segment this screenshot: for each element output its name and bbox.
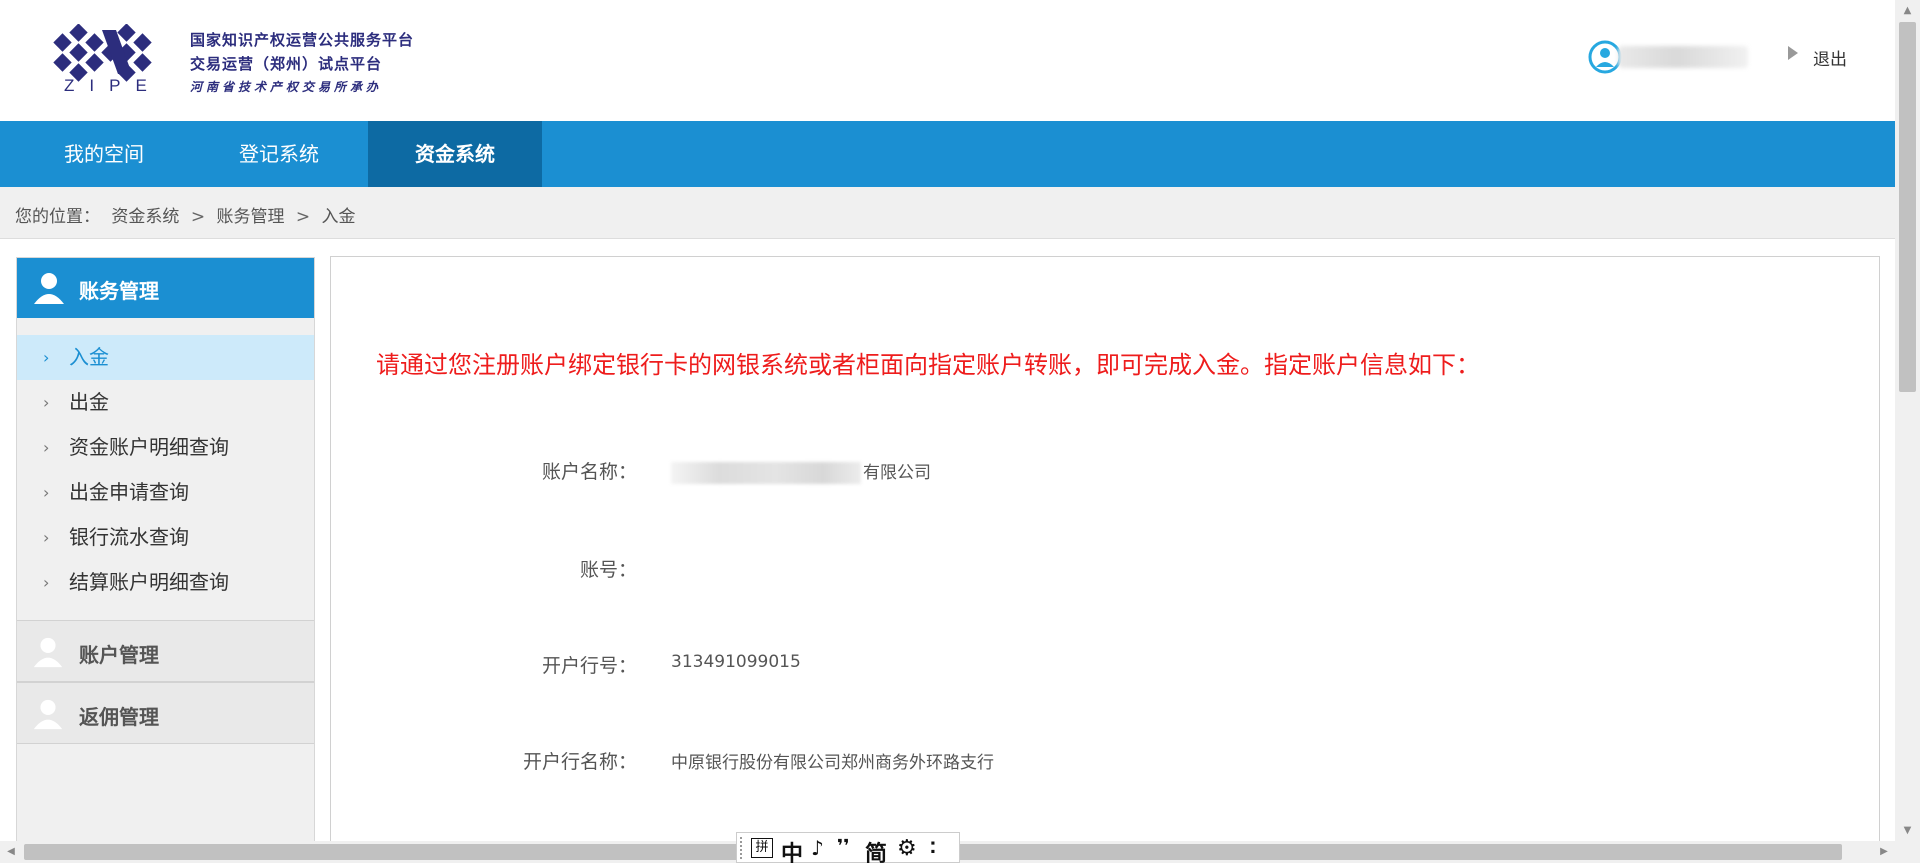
platform-line-1: 国家知识产权运营公共服务平台 [190,31,415,49]
sidebar-item-withdraw[interactable]: › 出金 [17,380,314,425]
sidebar-menu: › 入金 › 出金 › 资金账户明细查询 › 出金申请查询 › 银行流水查询 ›… [17,335,314,605]
scroll-up-arrow-icon[interactable]: ▲ [1895,0,1920,22]
chevron-right-icon: › [43,348,50,367]
user-icon [33,637,63,668]
sidebar-item-fund-account-details[interactable]: › 资金账户明细查询 [17,425,314,470]
breadcrumb-item-funds-system[interactable]: 资金系统 [111,207,179,227]
sidebar-item-label: 出金 [69,390,109,414]
ime-drag-handle[interactable] [740,837,744,859]
user-avatar-icon [1588,40,1622,74]
redacted-text [671,462,861,484]
ime-toolbar[interactable]: 拼 中 ♪ ❜❜ 简 ⚙ ⠅ [736,832,960,863]
user-name-redacted [1618,46,1748,68]
field-value-account-name: 有限公司 [671,458,931,484]
ime-chinese-mode-icon[interactable]: 中 [781,836,803,863]
main-content: 请通过您注册账户绑定银行卡的网银系统或者柜面向指定账户转账，即可完成入金。指定账… [330,256,1880,846]
field-label-account-name: 账户名称： [541,461,637,483]
field-label-bank-code: 开户行号： [541,655,637,677]
vertical-scroll-thumb[interactable] [1899,22,1916,392]
sidebar-item-label: 银行流水查询 [69,525,189,549]
sidebar-item-bank-statements[interactable]: › 银行流水查询 [17,515,314,560]
scroll-right-arrow-icon[interactable]: ▶ [1873,841,1895,863]
sidebar-section-title: 账务管理 [79,279,159,303]
ime-settings-icon[interactable]: ⚙ [897,836,917,861]
sidebar-item-deposit[interactable]: › 入金 [17,335,314,380]
logout-link[interactable]: 退出 [1813,45,1847,70]
logo-text: ZIPE [64,76,162,95]
breadcrumb-item-account-management[interactable]: 账务管理 [216,207,284,227]
nav-registration-system[interactable]: 登记系统 [203,121,355,187]
field-value-bank-code: 313491099015 [671,652,801,672]
ime-more-icon[interactable]: ⠅ [929,839,942,858]
user-info[interactable] [1588,38,1758,76]
main-nav: 我的空间 登记系统 资金系统 [0,121,1895,187]
sidebar-item-label: 入金 [69,345,109,369]
sidebar-item-withdraw-requests[interactable]: › 出金申请查询 [17,470,314,515]
breadcrumb: 您的位置： 资金系统 > 账务管理 > 入金 [15,202,362,227]
ime-simplified-icon[interactable]: 简 [865,836,887,863]
breadcrumb-bar: 您的位置： 资金系统 > 账务管理 > 入金 [0,187,1895,239]
scroll-down-arrow-icon[interactable]: ▼ [1895,820,1920,842]
ime-pinyin-icon[interactable]: 拼 [751,838,773,858]
sidebar-item-settlement-account-details[interactable]: › 结算账户明细查询 [17,560,314,605]
platform-line-2: 交易运营（郑州）试点平台 [190,55,383,73]
caret-right-icon[interactable] [1786,45,1800,61]
header: ZIPE 国家知识产权运营公共服务平台 交易运营（郑州）试点平台 河南省技术产权… [0,0,1895,121]
scrollbar-corner [1895,841,1920,863]
field-label-account-number: 账号： [579,559,637,581]
deposit-notice: 请通过您注册账户绑定银行卡的网银系统或者柜面向指定账户转账，即可完成入金。指定账… [376,351,1480,379]
chevron-right-icon: › [43,438,50,457]
nav-my-space[interactable]: 我的空间 [28,121,180,187]
user-icon [34,273,64,304]
sidebar-section-account-management[interactable]: 账务管理 [17,258,314,318]
sidebar-group-label: 账户管理 [79,643,159,667]
chevron-right-icon: › [43,528,50,547]
field-value-bank-name: 中原银行股份有限公司郑州商务外环路支行 [671,753,994,773]
chevron-right-icon: › [43,393,50,412]
sidebar-item-label: 资金账户明细查询 [69,435,229,459]
sidebar-group-account-management[interactable]: 账户管理 [17,620,314,682]
sidebar-group-label: 返佣管理 [79,705,159,729]
sidebar: 账务管理 › 入金 › 出金 › 资金账户明细查询 › 出金申请查询 › 银行流… [16,257,315,842]
platform-line-3: 河南省技术产权交易所承办 [190,80,383,94]
field-label-bank-name: 开户行名称： [522,751,637,773]
vertical-scrollbar[interactable]: ▲ ▼ [1895,0,1920,863]
nav-funds-system[interactable]: 资金系统 [368,121,542,187]
ime-halfwidth-icon[interactable]: ♪ [811,836,824,860]
breadcrumb-item-deposit: 入金 [321,207,356,227]
platform-title: 国家知识产权运营公共服务平台 交易运营（郑州）试点平台 河南省技术产权交易所承办 [190,28,414,98]
breadcrumb-separator: > [295,207,311,227]
chevron-right-icon: › [43,573,50,592]
sidebar-group-rebate-management[interactable]: 返佣管理 [17,682,314,744]
sidebar-item-label: 结算账户明细查询 [69,570,229,594]
sidebar-item-label: 出金申请查询 [69,480,189,504]
user-icon [33,699,63,730]
breadcrumb-prefix: 您的位置： [15,207,100,227]
scroll-left-arrow-icon[interactable]: ◀ [0,841,22,863]
breadcrumb-separator: > [190,207,206,227]
ime-punctuation-icon[interactable]: ❜❜ [837,836,849,857]
chevron-right-icon: › [43,483,50,502]
account-name-suffix: 有限公司 [863,463,931,483]
